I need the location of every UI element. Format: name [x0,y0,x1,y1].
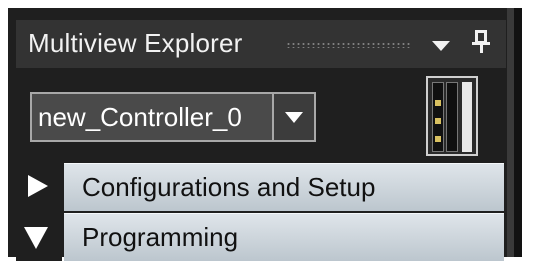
controller-select[interactable]: new_Controller_0 [30,92,316,142]
chevron-down-icon [285,112,303,123]
expand-toggle[interactable] [16,163,62,211]
controller-select-button[interactable] [272,94,314,140]
tree-item-header[interactable]: Configurations and Setup [64,163,504,211]
tree-item-configurations[interactable]: Configurations and Setup [16,163,504,211]
pin-needle [480,44,483,53]
device-led [435,100,441,106]
collapse-toggle[interactable] [16,213,62,261]
chevron-down-icon[interactable] [432,41,450,51]
controller-device-icon[interactable] [426,76,478,156]
tree-item-label: Configurations and Setup [82,172,376,202]
device-led [435,118,441,124]
panel-divider[interactable] [507,8,514,257]
device-led [435,136,441,142]
tree-item-programming[interactable]: Programming [16,213,504,261]
tree-item-header[interactable]: Programming [64,213,504,261]
panel-title: Multiview Explorer [28,28,243,58]
device-module-middle [446,82,458,152]
tree-item-label: Programming [82,222,239,252]
screenshot-frame: Multiview Explorer new_Controller_0 Conf… [0,0,535,261]
pin-icon[interactable] [472,28,492,54]
chevron-right-icon [28,175,48,197]
drag-grip-icon[interactable] [286,42,412,48]
adjacent-pane-edge [514,8,522,257]
device-module-right [462,82,472,152]
chevron-down-icon [24,227,48,249]
controller-select-value: new_Controller_0 [38,102,242,132]
